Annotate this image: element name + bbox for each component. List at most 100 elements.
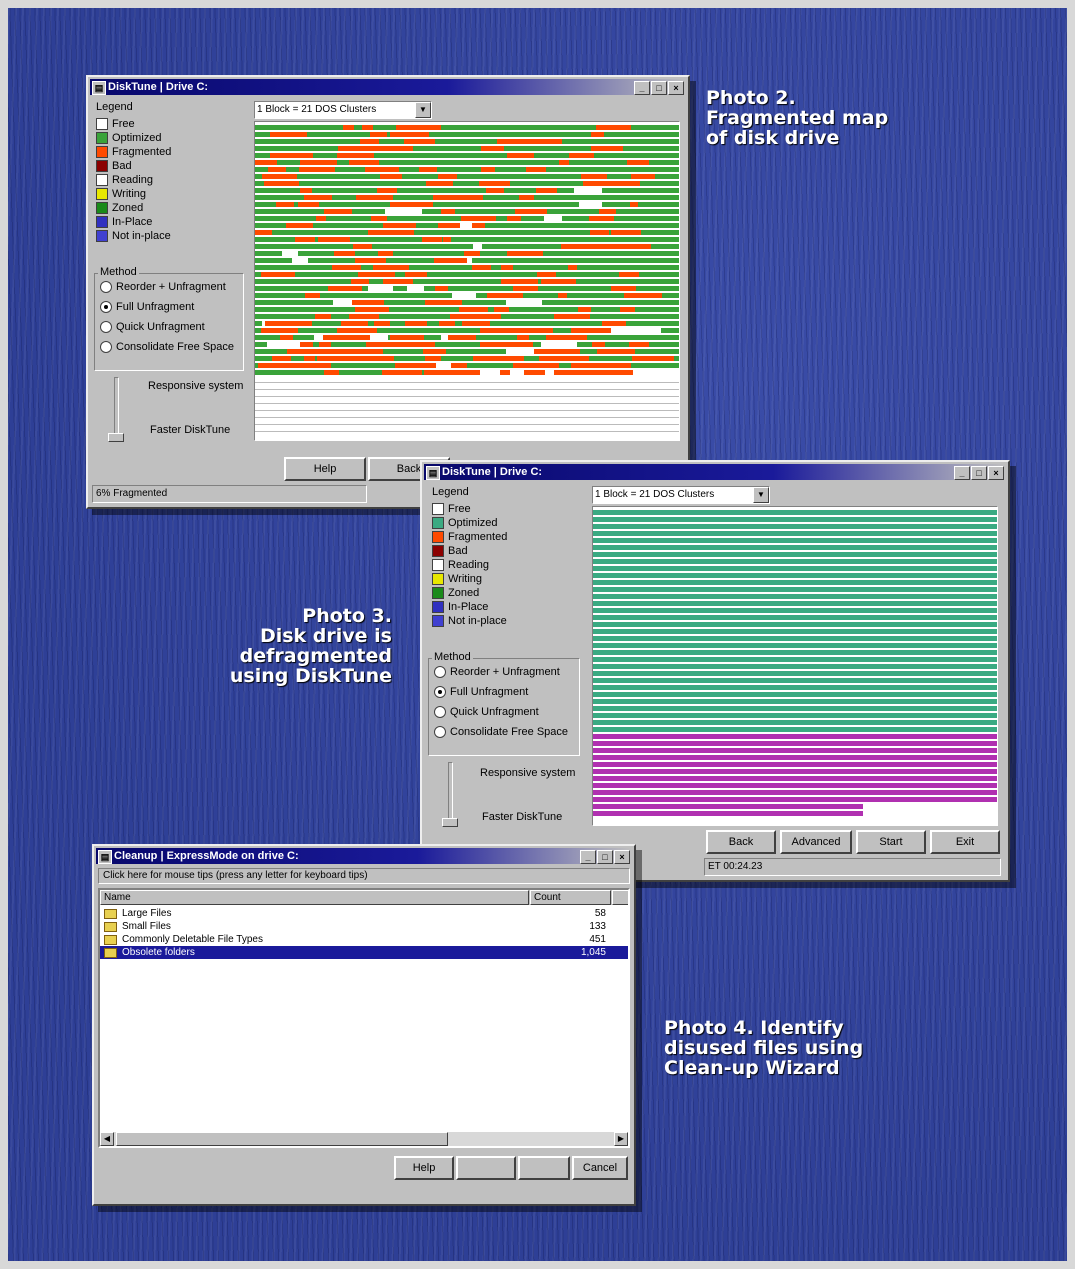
legend-swatch xyxy=(96,188,108,201)
column-count[interactable]: Count xyxy=(530,890,611,905)
radio-button[interactable] xyxy=(434,726,446,739)
list-item[interactable]: Small Files 133 xyxy=(100,920,628,933)
cluster-row xyxy=(255,160,679,165)
close-button[interactable]: × xyxy=(668,81,684,95)
minimize-button[interactable]: _ xyxy=(954,466,970,480)
maximize-button[interactable]: □ xyxy=(651,81,667,95)
fragment-block xyxy=(473,356,485,361)
minimize-button[interactable]: _ xyxy=(580,850,596,864)
fragment-block xyxy=(574,370,606,375)
fragment-block xyxy=(265,321,297,326)
scroll-left-icon[interactable]: ◀ xyxy=(100,1132,114,1146)
radio-button[interactable] xyxy=(100,321,112,334)
fragment-block xyxy=(358,272,395,277)
fragment-block xyxy=(579,202,602,207)
title-bar[interactable]: ▤ DiskTune | Drive C: _ □ × xyxy=(90,79,686,95)
radio-button[interactable] xyxy=(100,341,112,354)
legend-swatch xyxy=(96,230,108,243)
cluster-row xyxy=(593,685,997,690)
block-size-dropdown[interactable]: 1 Block = 21 DOS Clusters ▼ xyxy=(254,101,432,119)
minimize-button[interactable]: _ xyxy=(634,81,650,95)
help-button[interactable]: Help xyxy=(284,457,366,481)
fragment-block xyxy=(632,356,674,361)
cluster-row xyxy=(593,741,997,746)
block-size-dropdown[interactable]: 1 Block = 21 DOS Clusters ▼ xyxy=(592,486,770,504)
title-bar[interactable]: ▤ Cleanup | ExpressMode on drive C: _ □ … xyxy=(96,848,632,864)
cluster-row xyxy=(593,636,997,641)
cluster-row xyxy=(593,566,997,571)
chevron-down-icon[interactable]: ▼ xyxy=(753,487,769,503)
method-option-4[interactable]: Consolidate Free Space xyxy=(434,726,569,739)
priority-slider-track[interactable] xyxy=(448,762,453,826)
method-option-1[interactable]: Reorder + Unfragment xyxy=(100,281,226,294)
radio-button[interactable] xyxy=(434,666,446,679)
tips-bar[interactable]: Click here for mouse tips (press any let… xyxy=(98,868,630,884)
column-extra[interactable] xyxy=(612,890,628,905)
list-item[interactable]: Obsolete folders 1,045 xyxy=(100,946,628,959)
scroll-right-icon[interactable]: ▶ xyxy=(614,1132,628,1146)
fragment-block xyxy=(365,167,399,172)
scroll-thumb[interactable] xyxy=(116,1132,448,1146)
priority-slider-thumb[interactable] xyxy=(442,818,458,827)
disk-cluster-map xyxy=(592,506,998,826)
maximize-button[interactable]: □ xyxy=(971,466,987,480)
title-bar[interactable]: ▤ DiskTune | Drive C: _ □ × xyxy=(424,464,1006,480)
method-option-1[interactable]: Reorder + Unfragment xyxy=(434,666,560,679)
fragment-block xyxy=(423,349,446,354)
cluster-row xyxy=(255,370,633,375)
advanced-button[interactable]: Advanced xyxy=(780,830,852,854)
fragment-block xyxy=(382,370,422,375)
start-button[interactable]: Start xyxy=(856,830,926,854)
caption-line: Photo 4. Identify xyxy=(664,1017,844,1039)
cluster-row xyxy=(255,132,679,137)
fragment-block xyxy=(530,139,562,144)
cluster-row xyxy=(255,286,679,291)
cancel-button[interactable]: Cancel xyxy=(572,1156,628,1180)
chevron-down-icon[interactable]: ▼ xyxy=(415,102,431,118)
legend-label: Optimized xyxy=(112,132,162,144)
cleanup-app-icon: ▤ xyxy=(98,850,112,864)
back-button[interactable]: Back xyxy=(706,830,776,854)
method-option-2[interactable]: Full Unfragment xyxy=(100,301,194,314)
close-button[interactable]: × xyxy=(614,850,630,864)
close-button[interactable]: × xyxy=(988,466,1004,480)
method-option-3[interactable]: Quick Unfragment xyxy=(434,706,539,719)
radio-button[interactable] xyxy=(100,281,112,294)
priority-slider-thumb[interactable] xyxy=(108,433,124,442)
horizontal-scrollbar[interactable]: ◀ ▶ xyxy=(100,1132,628,1146)
method-option-4[interactable]: Consolidate Free Space xyxy=(100,341,234,354)
fragment-block xyxy=(519,195,534,200)
fragment-block xyxy=(591,146,623,151)
fragment-block xyxy=(537,272,556,277)
method-option-3[interactable]: Quick Unfragment xyxy=(100,321,205,334)
caption-line: defragmented xyxy=(239,645,392,667)
file-category-list[interactable]: Name Count ◀ ▶ Large Files 58 Small Files 1… xyxy=(98,888,630,1148)
cluster-row xyxy=(255,279,679,284)
priority-slider-track[interactable] xyxy=(114,377,119,441)
list-item[interactable]: Large Files 58 xyxy=(100,907,628,920)
method-label: Consolidate Free Space xyxy=(450,726,569,738)
help-button[interactable]: Help xyxy=(394,1156,454,1180)
fragment-block xyxy=(513,363,559,368)
list-item-name: Small Files xyxy=(122,921,171,932)
method-label: Reorder + Unfragment xyxy=(116,281,226,293)
radio-button[interactable] xyxy=(434,686,446,699)
fragment-block xyxy=(539,356,589,361)
cluster-row xyxy=(255,181,679,186)
radio-button[interactable] xyxy=(434,706,446,719)
maximize-button[interactable]: □ xyxy=(597,850,613,864)
legend-item-reading: Reading xyxy=(432,558,507,572)
fragment-block xyxy=(434,258,467,263)
legend-label: In-Place xyxy=(448,601,489,613)
column-name[interactable]: Name xyxy=(100,890,529,905)
fragment-block xyxy=(480,328,528,333)
method-option-2[interactable]: Full Unfragment xyxy=(434,686,528,699)
list-item[interactable]: Commonly Deletable File Types 451 xyxy=(100,933,628,946)
cluster-row xyxy=(255,426,679,432)
fragment-block xyxy=(487,293,523,298)
fragment-block xyxy=(405,272,427,277)
cluster-row xyxy=(593,734,997,739)
slider-label-responsive: Responsive system xyxy=(480,767,576,779)
radio-button[interactable] xyxy=(100,301,112,314)
exit-button[interactable]: Exit xyxy=(930,830,1000,854)
